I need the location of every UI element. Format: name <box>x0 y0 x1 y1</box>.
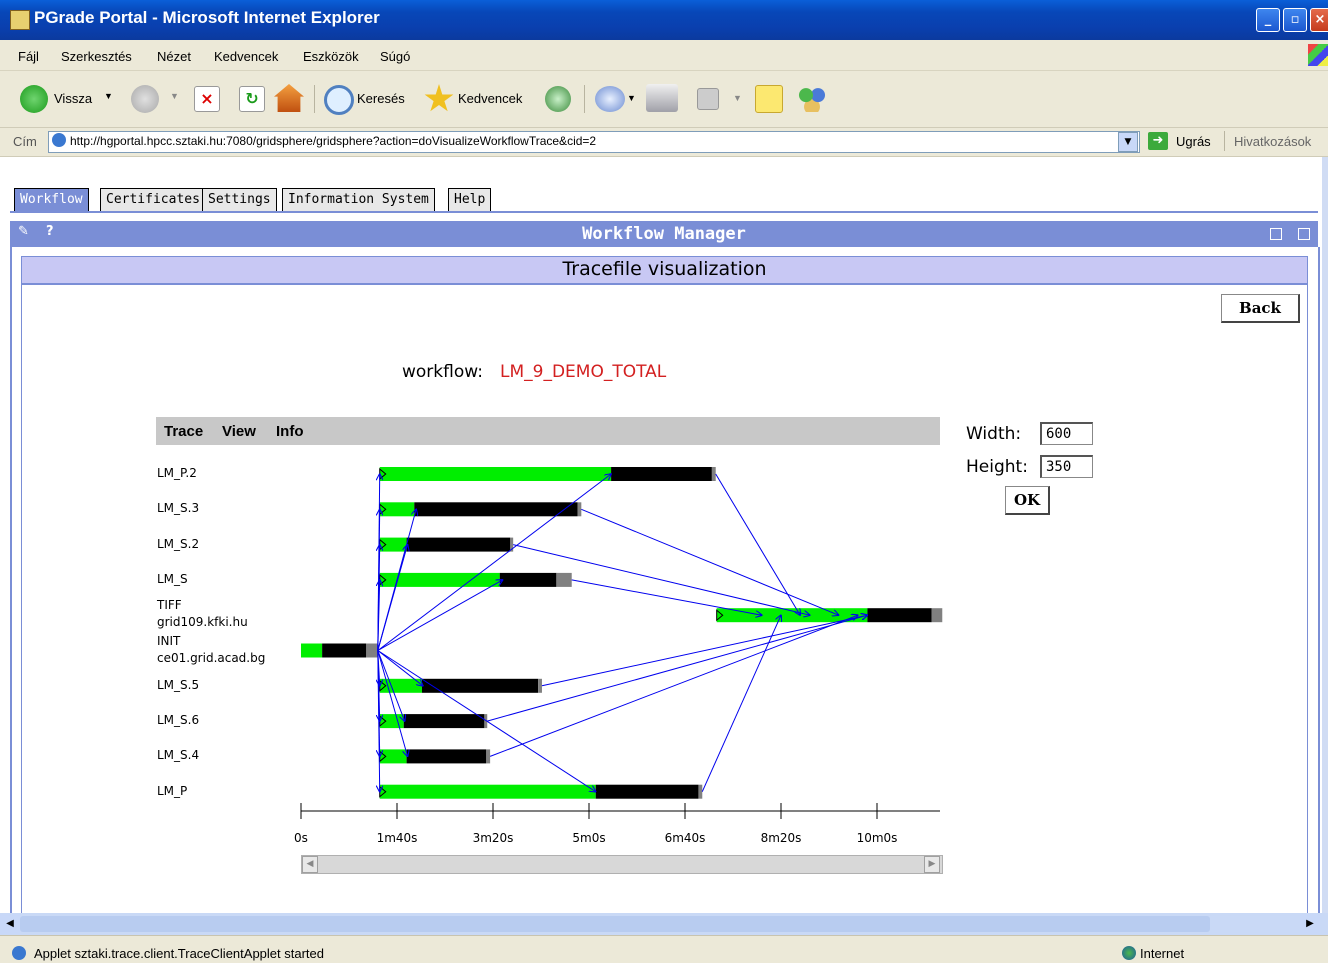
message-arrow <box>487 615 867 722</box>
x-tick-label: 10m0s <box>857 831 898 845</box>
bar-waiting <box>406 537 511 552</box>
page-scroll-right-icon[interactable]: ▶ <box>1300 914 1320 934</box>
page-scroll-left-icon[interactable]: ◀ <box>0 914 20 934</box>
status-zone: Internet <box>1140 946 1185 961</box>
bar-finished <box>577 502 582 517</box>
bar-waiting <box>595 784 699 799</box>
trace-gantt-chart: 0s 1m40s 3m20s 5m0s 6m40s 8m20s 10m0s <box>294 467 943 845</box>
bar-running <box>379 502 415 517</box>
width-input[interactable]: 600 <box>1040 422 1093 445</box>
height-input[interactable]: 350 <box>1040 455 1093 478</box>
message-arrow <box>377 580 503 651</box>
bar-running <box>379 537 407 552</box>
bar-waiting <box>403 714 485 729</box>
width-label: Width: <box>966 424 1022 444</box>
bar-finished <box>486 749 491 764</box>
scroll-left-icon[interactable]: ◀ <box>302 856 318 873</box>
page-scroll-thumb[interactable] <box>20 916 1210 932</box>
x-tick-label: 1m40s <box>377 831 418 845</box>
x-tick-label: 0s <box>294 831 308 845</box>
bar-waiting <box>406 749 487 764</box>
bar-running <box>379 749 407 764</box>
message-arrow <box>489 615 858 757</box>
ie-page-icon <box>12 946 26 960</box>
message-arrow <box>571 579 762 615</box>
bar-finished <box>698 784 703 799</box>
message-arrow <box>581 508 838 615</box>
bar-running <box>301 643 323 658</box>
x-tick-label: 6m40s <box>665 831 706 845</box>
bar-waiting <box>414 502 578 517</box>
message-arrow <box>377 474 611 651</box>
x-tick-label: 3m20s <box>473 831 514 845</box>
message-arrow <box>377 545 408 651</box>
bar-running <box>379 714 404 729</box>
scroll-right-icon[interactable]: ▶ <box>924 856 940 873</box>
x-tick-label: 8m20s <box>761 831 802 845</box>
bar-finished <box>366 643 378 658</box>
message-arrow <box>701 615 781 792</box>
bar-waiting <box>867 608 932 623</box>
bar-finished <box>538 678 542 693</box>
bar-finished <box>931 608 943 623</box>
bar-finished <box>556 572 572 587</box>
bar-waiting <box>322 643 367 658</box>
bar-finished <box>711 467 716 481</box>
bar-running <box>379 784 596 799</box>
bar-waiting <box>499 572 557 587</box>
status-text: Applet sztaki.trace.client.TraceClientAp… <box>34 946 324 961</box>
height-label: Height: <box>966 457 1028 477</box>
bar-running <box>379 467 612 481</box>
bar-waiting <box>611 467 712 481</box>
message-arrow <box>541 615 867 687</box>
applet-horizontal-scrollbar[interactable] <box>301 855 943 874</box>
internet-zone-icon <box>1122 946 1136 960</box>
ok-button[interactable]: OK <box>1005 486 1050 515</box>
x-tick-label: 5m0s <box>572 831 605 845</box>
